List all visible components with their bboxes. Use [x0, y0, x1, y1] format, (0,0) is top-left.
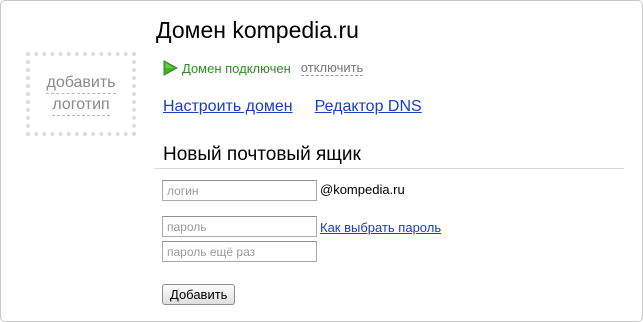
dns-editor-link[interactable]: Редактор DNS: [315, 98, 422, 115]
domain-title: Домен kompedia.ru: [156, 17, 359, 43]
password-repeat-input[interactable]: [162, 241, 317, 262]
disconnect-link[interactable]: отключить: [300, 60, 364, 76]
login-input[interactable]: [162, 180, 317, 201]
add-mailbox-button[interactable]: Добавить: [162, 284, 236, 305]
new-mailbox-title: Новый почтовый ящик: [163, 144, 361, 165]
add-logo-placeholder[interactable]: добавить логотип: [26, 52, 136, 136]
add-logo-label-line1: добавить: [46, 72, 116, 94]
choose-password-link[interactable]: Как выбрать пароль: [320, 220, 441, 235]
domain-links: Настроить домен Редактор DNS: [163, 98, 422, 116]
play-icon: [162, 60, 179, 76]
domain-status-text: Домен подключен: [182, 60, 291, 76]
add-logo-label-line2: логотип: [52, 94, 110, 116]
domain-suffix: @kompedia.ru: [320, 182, 405, 197]
domain-status-row: Домен подключен отключить: [162, 60, 364, 76]
section-divider: [154, 168, 624, 169]
domain-panel: добавить логотип Домен kompedia.ru Домен…: [0, 0, 643, 322]
password-input[interactable]: [162, 216, 317, 237]
configure-domain-link[interactable]: Настроить домен: [163, 98, 293, 115]
